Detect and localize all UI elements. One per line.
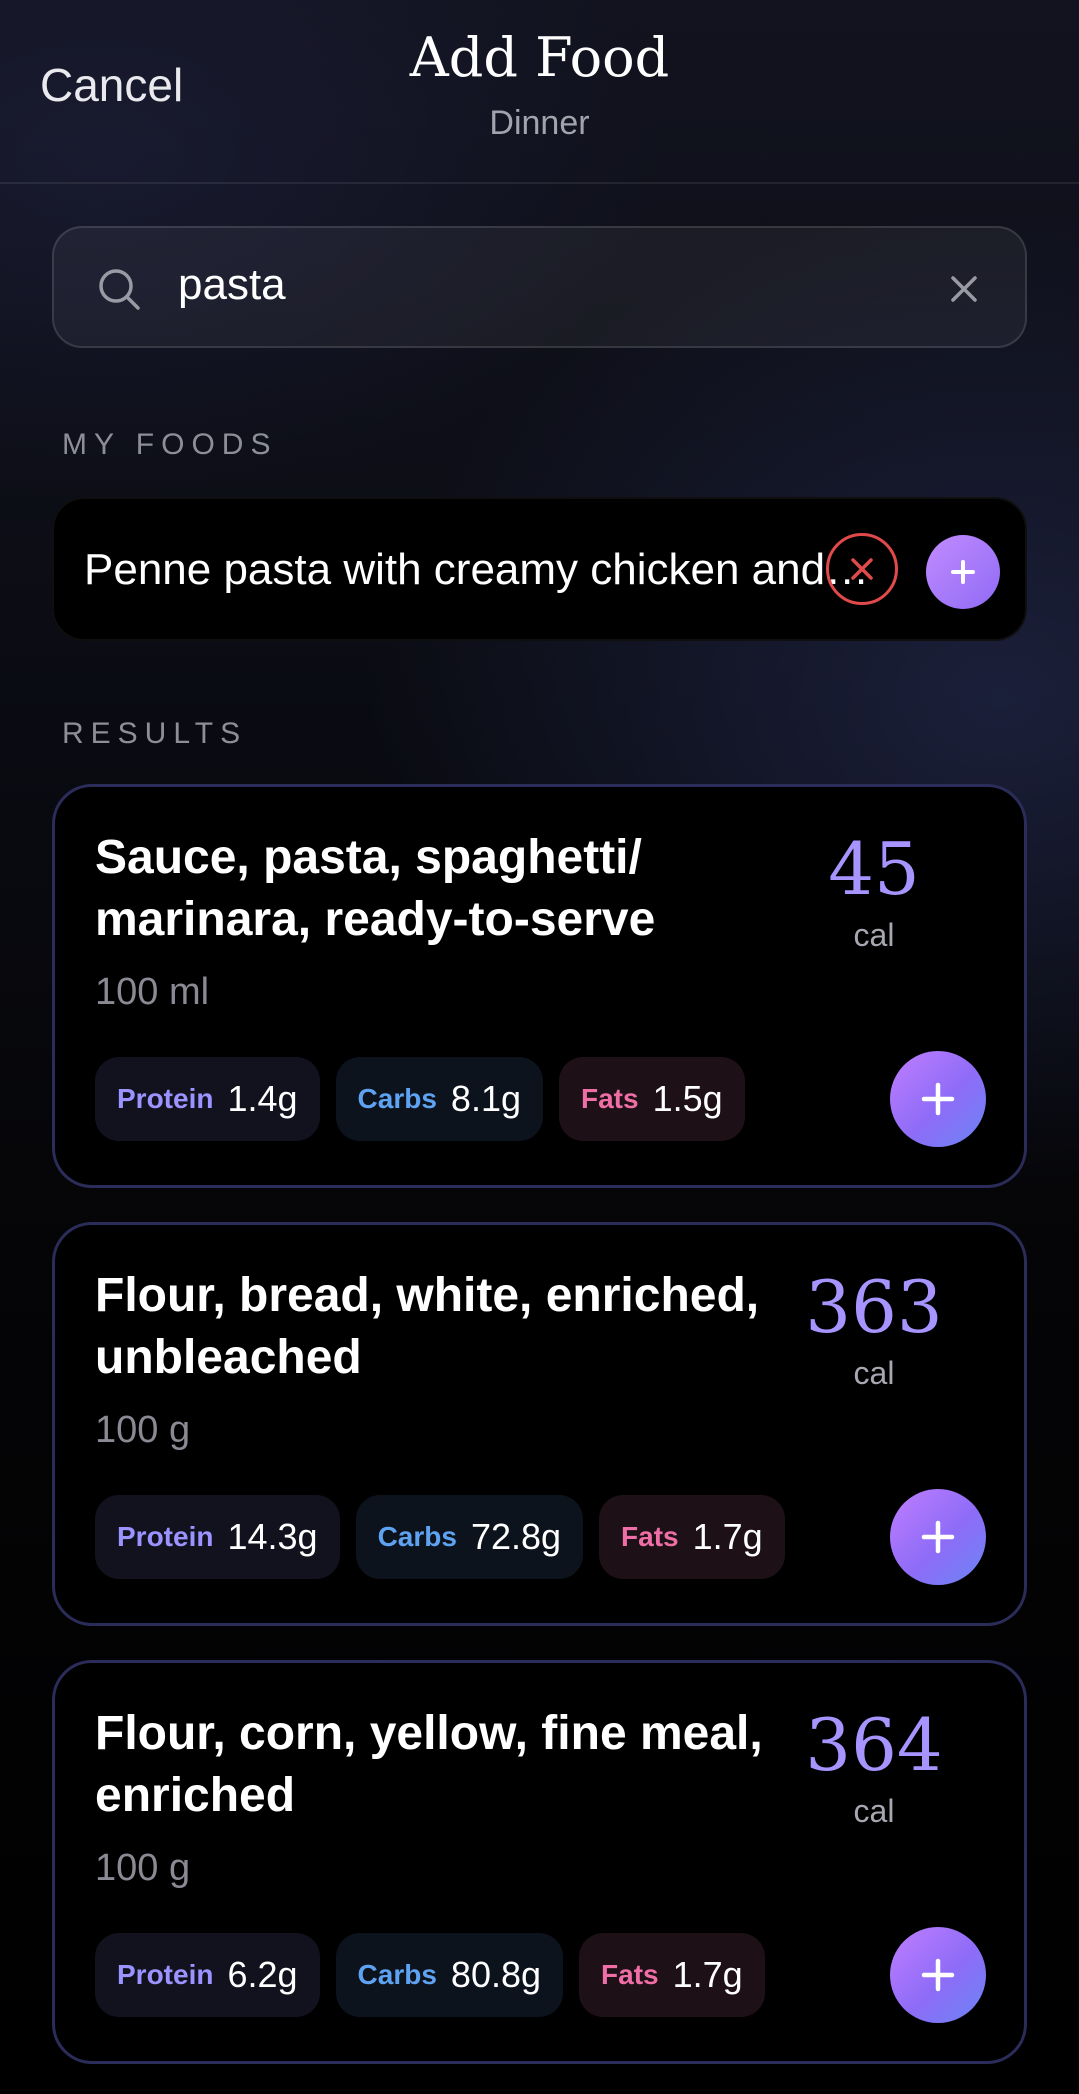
fats-label: Fats <box>601 1959 659 1990</box>
protein-value: 1.4g <box>227 1078 298 1119</box>
carbs-pill: Carbs 72.8g <box>355 1495 584 1579</box>
calorie-value: 363 <box>805 1265 943 1349</box>
add-food-button[interactable] <box>890 1489 986 1585</box>
my-food-item[interactable]: Penne pasta with creamy chicken and mush… <box>52 497 1027 641</box>
food-name: Flour, bread, white, enriched, unbleache… <box>95 1269 760 1384</box>
plus-icon <box>921 1520 955 1554</box>
carbs-label: Carbs <box>357 1959 437 1990</box>
fats-pill: Fats 1.7g <box>579 1933 765 2017</box>
food-serving: 100 g <box>95 1847 191 1889</box>
fats-value: 1.5g <box>652 1078 723 1119</box>
carbs-value: 72.8g <box>470 1516 562 1557</box>
protein-pill: Protein 6.2g <box>95 1933 320 2017</box>
my-food-name: Penne pasta with creamy chicken and mush… <box>84 545 874 594</box>
calorie-value: 364 <box>805 1703 943 1787</box>
calorie-unit: cal <box>853 1355 895 1391</box>
protein-value: 14.3g <box>227 1516 318 1557</box>
calorie-unit: cal <box>853 917 895 953</box>
fats-label: Fats <box>581 1083 639 1114</box>
plus-icon <box>921 1082 955 1116</box>
fats-label: Fats <box>621 1521 679 1552</box>
protein-pill: Protein 1.4g <box>95 1057 320 1141</box>
search-bar[interactable]: pasta <box>52 226 1027 348</box>
carbs-pill: Carbs 8.1g <box>335 1057 543 1141</box>
food-result-card[interactable]: Flour, corn, yellow, fine meal, enriched… <box>52 1660 1027 2064</box>
meal-subtitle: Dinner <box>489 104 590 142</box>
add-food-button[interactable] <box>890 1051 986 1147</box>
search-icon <box>99 269 140 310</box>
food-name: Sauce, pasta, spaghetti/ marinara, ready… <box>95 831 656 946</box>
food-result-card[interactable]: Sauce, pasta, spaghetti/ marinara, ready… <box>52 784 1027 1188</box>
search-input[interactable]: pasta <box>178 260 286 310</box>
section-label-my-foods: MY FOODS <box>62 428 278 461</box>
carbs-label: Carbs <box>377 1521 457 1552</box>
macro-row: Protein 14.3g Carbs 72.8g Fats 1.7g <box>95 1495 785 1579</box>
food-serving: 100 g <box>95 1409 191 1451</box>
fats-value: 1.7g <box>692 1516 763 1557</box>
carbs-pill: Carbs 80.8g <box>335 1933 564 2017</box>
food-name: Flour, corn, yellow, fine meal, enriched <box>95 1707 763 1822</box>
food-serving: 100 ml <box>95 971 210 1013</box>
close-icon <box>851 558 873 580</box>
close-icon[interactable] <box>945 270 983 308</box>
carbs-label: Carbs <box>357 1083 437 1114</box>
add-my-food-button[interactable] <box>926 535 1000 609</box>
protein-label: Protein <box>117 1959 214 1990</box>
fats-value: 1.7g <box>672 1954 743 1995</box>
protein-pill: Protein 14.3g <box>95 1495 340 1579</box>
macro-row: Protein 6.2g Carbs 80.8g Fats 1.7g <box>95 1933 765 2017</box>
fats-pill: Fats 1.7g <box>599 1495 785 1579</box>
remove-food-button[interactable] <box>826 533 898 605</box>
section-label-results: RESULTS <box>62 717 248 750</box>
protein-label: Protein <box>117 1083 214 1114</box>
add-food-button[interactable] <box>890 1927 986 2023</box>
fats-pill: Fats 1.5g <box>559 1057 745 1141</box>
food-result-card[interactable]: Flour, bread, white, enriched, unbleache… <box>52 1222 1027 1626</box>
carbs-value: 8.1g <box>450 1078 521 1119</box>
macro-row: Protein 1.4g Carbs 8.1g Fats 1.5g <box>95 1057 745 1141</box>
plus-icon <box>951 560 975 584</box>
protein-label: Protein <box>117 1521 214 1552</box>
calorie-value: 45 <box>828 827 920 911</box>
protein-value: 6.2g <box>227 1954 298 1995</box>
page-title: Add Food <box>409 26 670 89</box>
header-bar: Cancel Add Food Dinner <box>0 0 1079 184</box>
calorie-unit: cal <box>853 1793 895 1829</box>
plus-icon <box>921 1958 955 1992</box>
carbs-value: 80.8g <box>450 1954 542 1995</box>
